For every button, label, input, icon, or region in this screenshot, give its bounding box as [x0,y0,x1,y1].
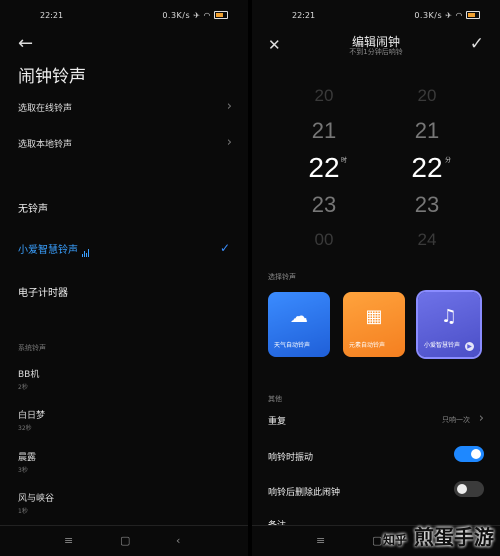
ringtone-section-label: 选择铃声 [268,273,296,281]
play-icon[interactable]: ▶ [465,342,474,351]
delete-after-ring-row: 响铃后删除此闹钟 [268,481,484,498]
chevron-right-icon: › [226,135,232,150]
chevron-right-icon: › [478,411,484,426]
grid-icon: ▦ [365,306,383,327]
online-ringtone-label: 选取在线铃声 [18,104,73,114]
system-ringtone-item[interactable]: 白日梦 32秒 [18,408,45,432]
watermark-source: 知乎 [383,533,408,547]
repeat-row[interactable]: 重复 只响一次 › [268,411,484,427]
status-icons: 0.3K/s ✈ ◠ [414,11,480,20]
menu-icon[interactable]: ≡ [64,534,73,547]
repeat-label: 重复 [268,417,287,427]
weather-ringtone-card[interactable]: ☁ 天气自动铃声 [268,292,330,357]
music-note-icon: ♫ [440,306,458,327]
battery-icon [466,11,480,19]
xiaoai-ringtone-card[interactable]: ♫ 小爱智慧铃声 ▶ [418,292,480,357]
online-ringtone-row[interactable]: 选取在线铃声 › [18,99,234,114]
ringtone-duration: 32秒 [18,425,32,432]
airplane-icon: ✈ [445,11,453,20]
local-ringtone-row[interactable]: 选取本地铃声 › [18,135,234,150]
minute-unit: 分 [445,157,452,164]
home-icon[interactable]: ▢ [120,534,130,547]
menu-icon[interactable]: ≡ [316,534,325,547]
navigation-bar: ≡ ▢ ‹ [0,525,248,556]
minute-option: 20 [417,86,437,105]
system-ringtone-item[interactable]: BB机 2秒 [18,367,39,391]
status-icons: 0.3K/s ✈ ◠ [162,11,228,20]
hour-picker[interactable]: 20 21 22 23 00 [294,80,354,260]
ringtone-none[interactable]: 无铃声 [18,200,48,215]
card-label: 小爱智慧铃声 [424,342,461,349]
minute-option: 21 [414,118,440,143]
ringtone-xiaoai-label: 小爱智慧铃声 [18,245,78,256]
vibrate-row: 响铃时振动 [268,446,484,463]
system-ringtone-item[interactable]: 晨露 3秒 [18,450,36,474]
chevron-right-icon: › [226,99,232,114]
minute-picker[interactable]: 20 21 22 23 24 [397,80,457,260]
minute-option: 24 [417,230,437,249]
delete-after-ring-toggle[interactable] [454,481,484,497]
airplane-icon: ✈ [193,11,201,20]
element-ringtone-card[interactable]: ▦ 元素自动铃声 [343,292,405,357]
hour-option: 00 [314,230,334,249]
home-icon[interactable]: ▢ [372,534,382,547]
playing-bars-icon [82,246,92,257]
status-bar: 22:21 0.3K/s ✈ ◠ [0,0,248,30]
ringtone-duration: 2秒 [18,384,28,391]
hour-option: 21 [311,118,337,143]
watermark: 知乎 煎蛋手游 [383,521,494,550]
hour-unit: 时 [341,157,348,164]
cloud-icon: ☁ [290,306,308,327]
wifi-icon: ◠ [455,11,463,20]
back-icon[interactable]: ‹ [176,534,180,547]
ringtone-panel: 22:21 0.3K/s ✈ ◠ ← 闹钟铃声 选取在线铃声 › 选取本地铃声 … [0,0,248,556]
other-section-label: 其他 [268,395,282,403]
card-label: 元素自动铃声 [349,342,386,349]
ringtone-duration: 1秒 [18,508,28,515]
wifi-icon: ◠ [203,11,211,20]
repeat-value: 只响一次 [442,416,470,424]
ringtone-name: BB机 [18,370,40,380]
ringtone-duration: 3秒 [18,467,28,474]
minute-option: 23 [414,192,440,217]
ringtone-timer[interactable]: 电子计时器 [18,284,68,299]
ringtone-name: 晨露 [18,453,37,463]
net-speed: 0.3K/s [162,11,191,20]
vibrate-label: 响铃时振动 [268,453,314,463]
hour-option: 20 [314,86,334,105]
ringtone-xiaoai[interactable]: 小爱智慧铃声 [18,241,92,257]
battery-icon [214,11,228,19]
page-title: 闹钟铃声 [18,67,86,87]
ringtone-name: 白日梦 [18,411,46,421]
hour-option: 23 [311,192,337,217]
card-label: 天气自动铃声 [274,342,311,349]
status-time: 22:21 [40,11,64,20]
alarm-countdown: 不到1分钟后响铃 [349,48,403,56]
system-ringtone-header: 系统铃声 [18,344,46,352]
delete-after-ring-label: 响铃后删除此闹钟 [268,488,341,498]
confirm-check-icon[interactable]: ✓ [470,34,484,54]
edit-alarm-panel: 22:21 0.3K/s ✈ ◠ ✕ 编辑闹钟 不到1分钟后响铃 ✓ 20 21… [252,0,500,556]
vibrate-toggle[interactable] [454,446,484,462]
checkmark-icon: ✓ [219,241,230,255]
watermark-text: 煎蛋手游 [414,525,494,549]
net-speed: 0.3K/s [414,11,443,20]
status-bar: 22:21 0.3K/s ✈ ◠ [252,0,500,30]
status-time: 22:21 [292,11,316,20]
system-ringtone-item[interactable]: 风与峡谷 1秒 [18,491,54,515]
back-arrow-icon[interactable]: ← [18,33,33,54]
local-ringtone-label: 选取本地铃声 [18,140,73,150]
ringtone-name: 风与峡谷 [18,494,55,504]
